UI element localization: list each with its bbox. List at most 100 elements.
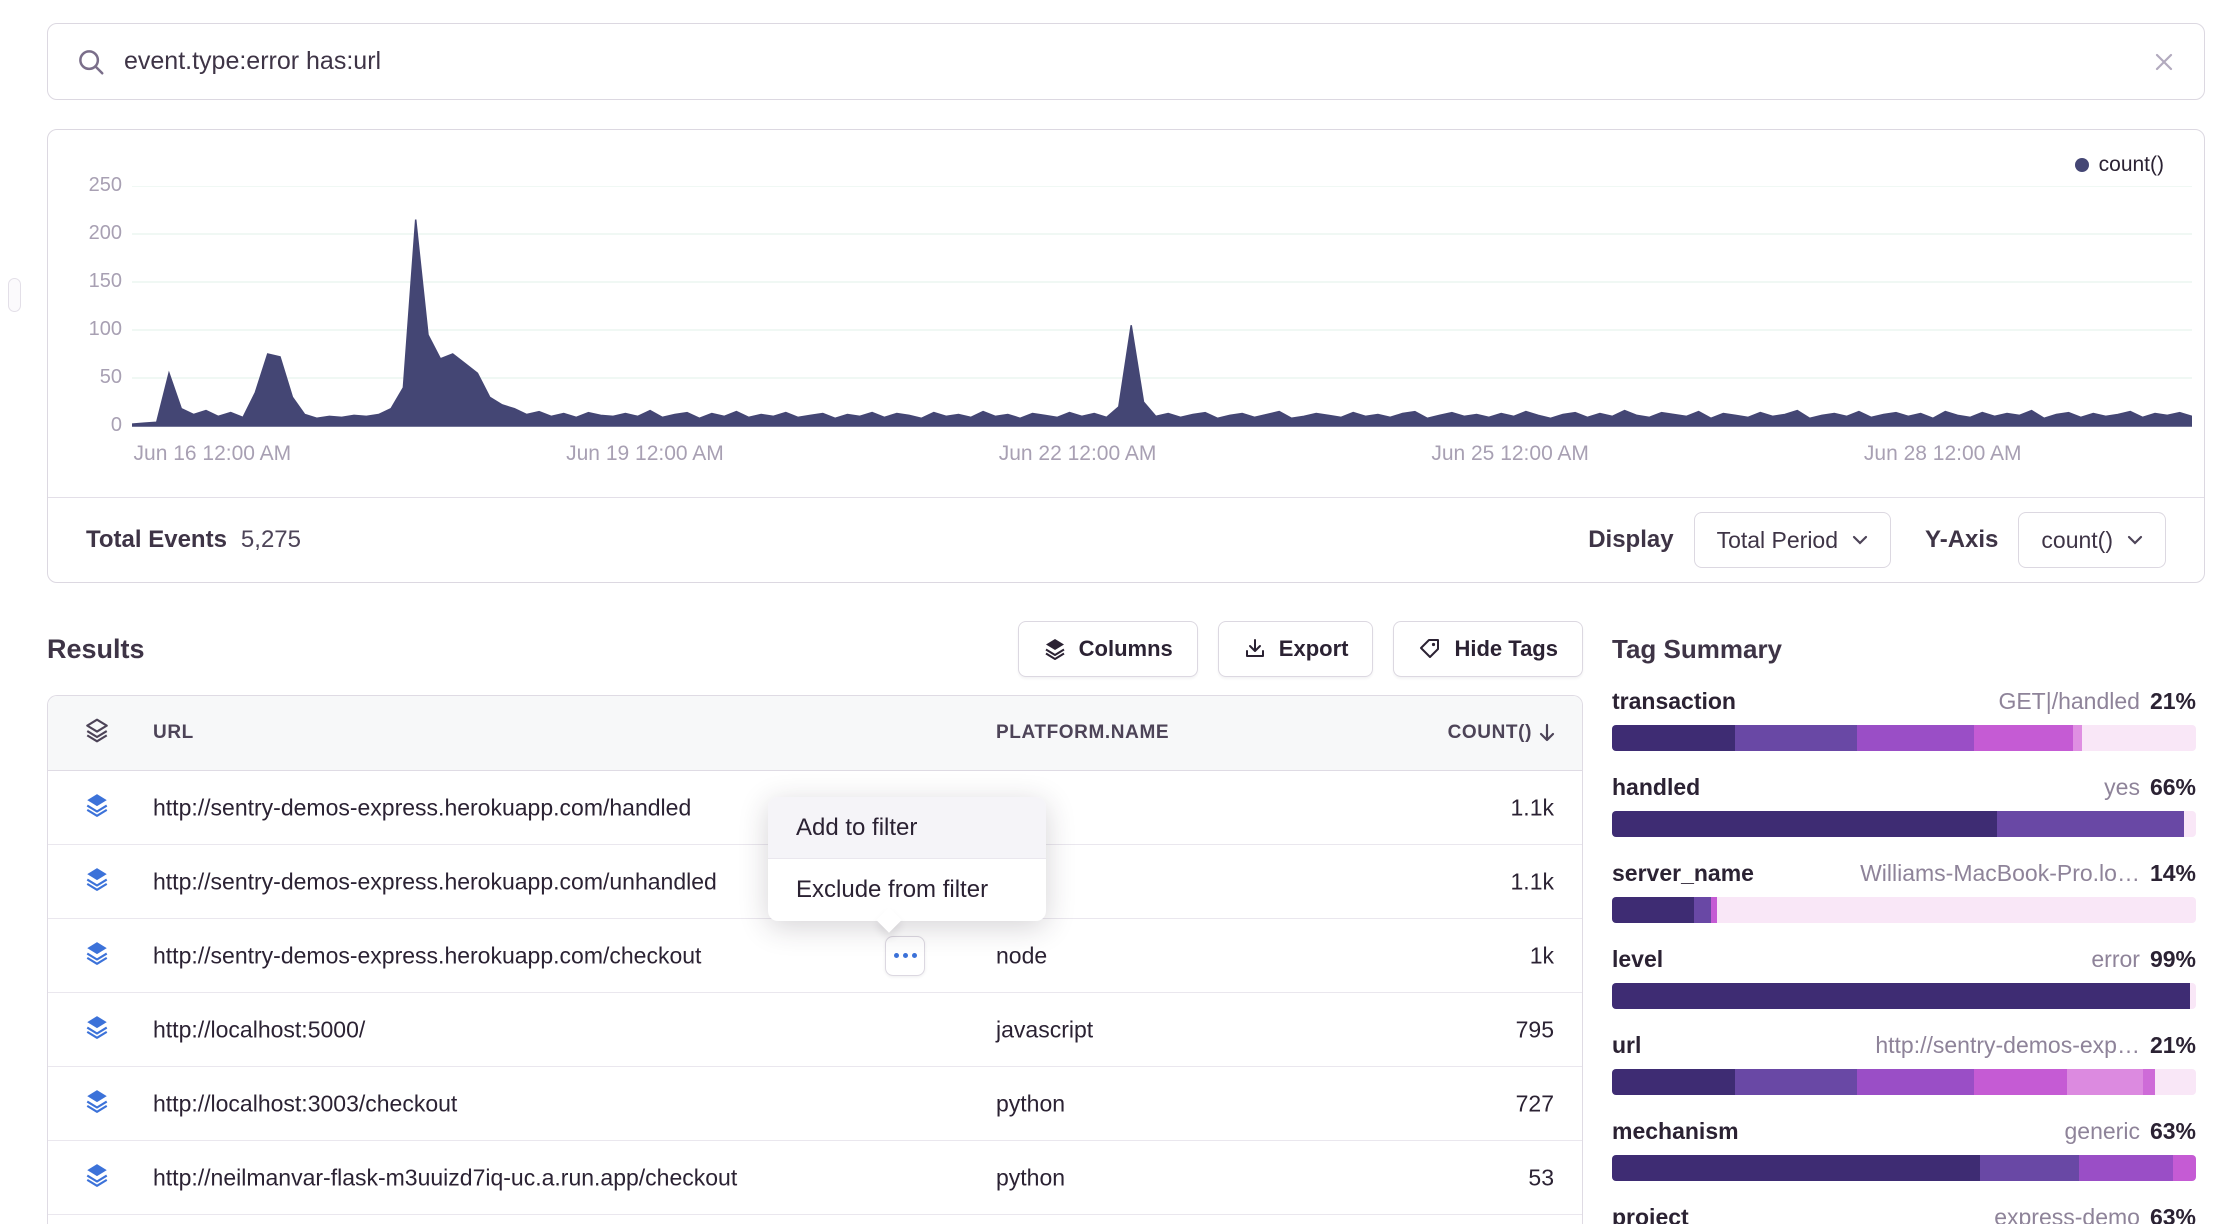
tag-distribution-bar[interactable] <box>1612 1069 2196 1095</box>
tag-top-value: http://sentry-demos-exp… <box>1875 1032 2140 1059</box>
cell-url: http://localhost:5000/ <box>153 1016 365 1043</box>
stack-icon <box>84 866 110 892</box>
tag-top-percent: 14% <box>2150 860 2196 887</box>
tag-row[interactable]: level error 99% <box>1612 945 2196 1009</box>
display-label: Display <box>1588 526 1673 554</box>
panel-resize-handle[interactable] <box>8 278 21 312</box>
tag-bar-segment <box>1612 1155 1980 1181</box>
tag-name: mechanism <box>1612 1118 1739 1145</box>
tag-bar-segment <box>2143 1069 2155 1095</box>
chevron-down-icon <box>2127 535 2143 545</box>
menu-item-add-to-filter[interactable]: Add to filter <box>768 797 1046 859</box>
tag-bar-segment <box>2173 1155 2196 1181</box>
search-input[interactable] <box>124 47 2152 76</box>
tag-top-percent: 21% <box>2150 1032 2196 1059</box>
cell-url: http://sentry-demos-express.herokuapp.co… <box>153 868 717 895</box>
tag-top-value: error <box>2091 946 2140 973</box>
display-selected-value: Total Period <box>1717 527 1838 554</box>
x-axis-tick-label: Jun 16 12:00 AM <box>134 442 292 466</box>
tag-row[interactable]: handled yes 66% <box>1612 773 2196 837</box>
display-select[interactable]: Total Period <box>1694 512 1891 568</box>
y-axis-tick-label: 150 <box>89 270 122 293</box>
cell-count: 727 <box>1516 1090 1554 1117</box>
column-header-platform[interactable]: PLATFORM.NAME <box>996 722 1169 744</box>
tag-distribution-bar[interactable] <box>1612 983 2196 1009</box>
yaxis-selected-value: count() <box>2041 527 2113 554</box>
table-row[interactable]: http://localhost:5000/ javascript 795 <box>48 993 1582 1067</box>
tag-top-value: yes <box>2104 774 2140 801</box>
tag-bar-segment <box>1612 897 1694 923</box>
yaxis-label: Y-Axis <box>1925 526 1998 554</box>
menu-item-exclude-from-filter[interactable]: Exclude from filter <box>768 859 1046 921</box>
x-axis-tick-label: Jun 28 12:00 AM <box>1864 442 2022 466</box>
tag-bar-segment <box>2082 725 2196 751</box>
tag-top-percent: 63% <box>2150 1204 2196 1224</box>
column-header-count-label: COUNT() <box>1448 722 1532 744</box>
cell-count: 53 <box>1528 1164 1554 1191</box>
tag-top-value: Williams-MacBook-Pro.lo… <box>1860 860 2140 887</box>
tag-top-percent: 99% <box>2150 946 2196 973</box>
cell-url: http://sentry-demos-express.herokuapp.co… <box>153 942 701 969</box>
cell-filter-menu: Add to filter Exclude from filter <box>768 797 1046 921</box>
stack-icon <box>84 1088 110 1114</box>
tag-top-percent: 21% <box>2150 688 2196 715</box>
x-axis-tick-label: Jun 25 12:00 AM <box>1431 442 1589 466</box>
tag-bar-segment <box>1735 725 1858 751</box>
tag-bar-segment <box>1612 1069 1735 1095</box>
tag-distribution-bar[interactable] <box>1612 1155 2196 1181</box>
tag-name: project <box>1612 1204 1689 1224</box>
cell-count: 795 <box>1516 1016 1554 1043</box>
tag-bar-segment <box>1694 897 1712 923</box>
tag-distribution-bar[interactable] <box>1612 811 2196 837</box>
stack-icon <box>84 940 110 966</box>
close-icon[interactable] <box>2152 50 2176 74</box>
tag-summary-title: Tag Summary <box>1612 634 2196 665</box>
results-header: Results Columns Export Hide <box>47 620 1583 678</box>
column-header-count[interactable]: COUNT() <box>1448 722 1556 744</box>
cell-count: 1k <box>1530 942 1554 969</box>
columns-button[interactable]: Columns <box>1018 621 1198 677</box>
total-events-value: 5,275 <box>241 526 301 554</box>
tag-bar-segment <box>1974 1069 2067 1095</box>
stack-icon <box>84 1014 110 1040</box>
tag-row[interactable]: url http://sentry-demos-exp… 21% <box>1612 1031 2196 1095</box>
tag-distribution-bar[interactable] <box>1612 725 2196 751</box>
event-volume-chart[interactable] <box>132 186 2192 431</box>
cell-url: http://neilmanvar-flask-m3uuizd7iq-uc.a.… <box>153 1164 737 1191</box>
cell-actions-button[interactable] <box>885 936 925 976</box>
legend-series-dot <box>2075 158 2089 172</box>
stack-icon <box>84 718 110 744</box>
tag-row[interactable]: transaction GET|/handled 21% <box>1612 687 2196 751</box>
y-axis-tick-label: 50 <box>100 366 122 389</box>
cell-platform: python <box>996 1164 1065 1191</box>
tag-distribution-bar[interactable] <box>1612 897 2196 923</box>
chart-legend[interactable]: count() <box>2075 153 2164 177</box>
column-header-url[interactable]: URL <box>153 722 194 744</box>
stack-icon <box>84 792 110 818</box>
export-button[interactable]: Export <box>1218 621 1374 677</box>
table-row[interactable]: http://localhost:3003/checkout python 72… <box>48 1067 1582 1141</box>
yaxis-select[interactable]: count() <box>2018 512 2166 568</box>
table-header: URL PLATFORM.NAME COUNT() <box>48 696 1582 771</box>
columns-button-label: Columns <box>1079 636 1173 662</box>
hide-tags-button[interactable]: Hide Tags <box>1393 621 1583 677</box>
chevron-down-icon <box>1852 535 1868 545</box>
tag-name: url <box>1612 1032 1641 1059</box>
tag-name: transaction <box>1612 688 1736 715</box>
tag-row[interactable]: server_name Williams-MacBook-Pro.lo… 14% <box>1612 859 2196 923</box>
chart-y-axis-labels: 050100150200250 <box>48 186 122 431</box>
table-row[interactable]: http://neilmanvar-flask-m3uuizd7iq-uc.a.… <box>48 1141 1582 1215</box>
tag-bar-segment <box>1717 897 2196 923</box>
tag-row[interactable]: mechanism generic 63% <box>1612 1117 2196 1181</box>
tag-name: level <box>1612 946 1663 973</box>
table-row[interactable]: http://sentry-demos-express.herokuapp.co… <box>48 919 1582 993</box>
tag-bar-segment <box>1612 725 1735 751</box>
discover-results-page: count() 050100150200250 Jun 16 12:00 AM J… <box>0 0 2234 1224</box>
tag-top-value: GET|/handled <box>1998 688 2140 715</box>
cell-platform: python <box>996 1090 1065 1117</box>
tag-row[interactable]: project express-demo 63% <box>1612 1203 2196 1224</box>
events-chart-card: count() 050100150200250 Jun 16 12:00 AM J… <box>47 129 2205 583</box>
sort-desc-icon <box>1538 723 1556 743</box>
cell-url: http://localhost:3003/checkout <box>153 1090 457 1117</box>
results-table: URL PLATFORM.NAME COUNT() http://sentry-… <box>47 695 1583 1224</box>
